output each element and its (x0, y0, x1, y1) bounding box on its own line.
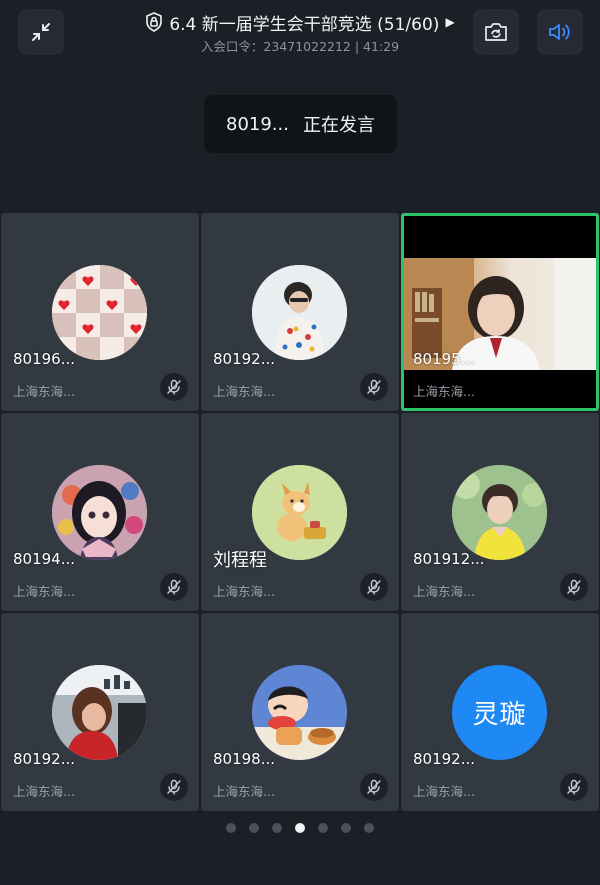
participant-name: 80192... (13, 750, 76, 768)
mic-muted-icon (560, 573, 588, 601)
avatar: 灵璇 (452, 665, 547, 760)
participant-location: 上海东海... (213, 784, 275, 799)
participant-location: 上海东海... (13, 384, 75, 399)
participant-name: 80194... (13, 550, 76, 568)
speaker-icon (549, 24, 570, 40)
participant-name: 80192... (213, 350, 276, 368)
participant-tile[interactable]: 80192... 上海东海... (201, 213, 399, 411)
top-bar: 6.4 新一届学生会干部竞选 (51/60) ▶ 入会口令：2347102221… (0, 0, 600, 66)
page-indicator[interactable] (0, 823, 600, 835)
title-arrow-icon: ▶ (445, 15, 455, 29)
participant-tile-active-speaker[interactable]: 80195... 上海东海... (401, 213, 599, 411)
mic-muted-icon (360, 373, 388, 401)
shield-lock-icon (146, 12, 163, 32)
participant-name: 80196... (13, 350, 76, 368)
switch-camera-button[interactable] (473, 9, 519, 55)
mic-muted-icon (160, 573, 188, 601)
page-dot[interactable] (364, 823, 374, 833)
participant-name: 80192... (413, 750, 476, 768)
avatar (252, 665, 347, 760)
camera-switch-icon (485, 23, 507, 41)
participant-location: 上海东海... (213, 584, 275, 599)
meeting-title: 6.4 新一届学生会干部竞选 (51/60) (169, 14, 440, 35)
page-dot[interactable] (249, 823, 259, 833)
toast-status: 正在发言 (302, 115, 375, 136)
page-dot[interactable] (226, 823, 236, 833)
participant-location: 上海东海... (413, 584, 475, 599)
avatar (52, 665, 147, 760)
participant-tile[interactable]: 80198... 上海东海... (201, 613, 399, 811)
page-dot-current[interactable] (295, 823, 305, 833)
speaker-button[interactable] (537, 9, 583, 55)
mic-muted-icon (560, 773, 588, 801)
participant-location: 上海东海... (213, 384, 275, 399)
participant-tile[interactable]: 801912... 上海东海... (401, 413, 599, 611)
avatar (52, 265, 147, 360)
participant-name: 80198... (213, 750, 276, 768)
participant-location: 上海东海... (13, 584, 75, 599)
mic-muted-icon (360, 573, 388, 601)
avatar (52, 465, 147, 560)
avatar (452, 465, 547, 560)
page-dot[interactable] (272, 823, 282, 833)
participant-location: 上海东海... (413, 784, 475, 799)
page-dot[interactable] (318, 823, 328, 833)
participant-tile[interactable]: 80192... 上海东海... (1, 613, 199, 811)
participant-location: 上海东海... (13, 784, 75, 799)
participant-tile[interactable]: 80194... 上海东海... (1, 413, 199, 611)
mic-muted-icon (160, 773, 188, 801)
toast-speaker-name: 8019... (226, 113, 289, 135)
mic-muted-icon (160, 373, 188, 401)
participant-name: 801912... (413, 550, 485, 568)
avatar-initials: 灵璇 (472, 700, 527, 730)
active-speaker-toast: 8019... 正在发言 (204, 95, 397, 153)
participant-grid: 80196... 上海东海... 80192... 上海东海... 80195.… (0, 212, 600, 812)
participant-name: 80195... (413, 350, 476, 368)
mic-muted-icon (360, 773, 388, 801)
participant-tile[interactable]: 刘程程 上海东海... (201, 413, 399, 611)
avatar (252, 265, 347, 360)
participant-tile[interactable]: 80196... 上海东海... (1, 213, 199, 411)
participant-tile[interactable]: 灵璇 80192... 上海东海... (401, 613, 599, 811)
participant-location: 上海东海... (413, 384, 475, 399)
participant-name: 刘程程 (213, 550, 267, 571)
page-dot[interactable] (341, 823, 351, 833)
